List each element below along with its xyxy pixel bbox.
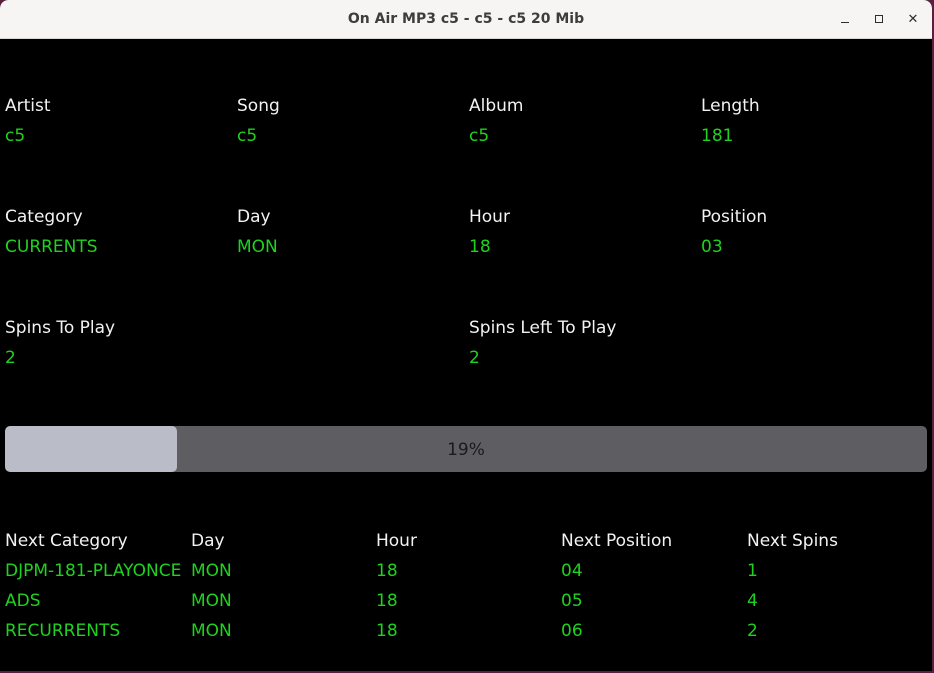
next-position-cell: 06 (561, 621, 583, 641)
window-title: On Air MP3 c5 - c5 - c5 20 Mib (347, 11, 585, 27)
next-hour-cell: 18 (376, 561, 398, 581)
next-hour-cell: 18 (376, 621, 398, 641)
main-content: Artist c5 Song c5 Album c5 Length 181 Ca… (0, 40, 932, 671)
category-value: CURRENTS (5, 237, 98, 257)
next-spins-header: Next Spins (747, 531, 838, 551)
artist-value: c5 (5, 126, 26, 146)
position-label: Position (701, 207, 768, 227)
title-bar[interactable]: On Air MP3 c5 - c5 - c5 20 Mib ✕ (0, 0, 932, 39)
maximize-icon (875, 15, 883, 23)
close-button[interactable]: ✕ (902, 8, 924, 30)
position-value: 03 (701, 237, 723, 257)
next-hour-header: Hour (376, 531, 417, 551)
next-category-header: Next Category (5, 531, 128, 551)
spins-to-play-value: 2 (5, 348, 16, 368)
next-category-cell: DJPM-181-PLAYONCE (5, 561, 182, 581)
artist-label: Artist (5, 96, 51, 116)
next-position-cell: 05 (561, 591, 583, 611)
album-label: Album (469, 96, 524, 116)
progress-text: 19% (447, 440, 485, 460)
minimize-icon (841, 21, 849, 23)
length-value: 181 (701, 126, 734, 146)
next-position-cell: 04 (561, 561, 583, 581)
song-label: Song (237, 96, 280, 116)
spins-left-label: Spins Left To Play (469, 318, 617, 338)
next-category-cell: RECURRENTS (5, 621, 121, 641)
next-position-header: Next Position (561, 531, 673, 551)
next-spins-cell: 4 (747, 591, 758, 611)
hour-label: Hour (469, 207, 510, 227)
minimize-button[interactable] (834, 8, 856, 30)
length-label: Length (701, 96, 760, 116)
app-window: On Air MP3 c5 - c5 - c5 20 Mib ✕ Artist … (0, 0, 932, 671)
next-spins-cell: 1 (747, 561, 758, 581)
song-value: c5 (237, 126, 258, 146)
day-value: MON (237, 237, 278, 257)
next-day-header: Day (191, 531, 225, 551)
spins-to-play-label: Spins To Play (5, 318, 116, 338)
next-spins-cell: 2 (747, 621, 758, 641)
hour-value: 18 (469, 237, 491, 257)
playback-progress-bar[interactable]: 19% (5, 426, 927, 472)
next-day-cell: MON (191, 591, 232, 611)
close-icon: ✕ (907, 11, 919, 27)
category-label: Category (5, 207, 83, 227)
album-value: c5 (469, 126, 490, 146)
next-hour-cell: 18 (376, 591, 398, 611)
day-label: Day (237, 207, 271, 227)
next-day-cell: MON (191, 621, 232, 641)
spins-left-value: 2 (469, 348, 480, 368)
next-category-cell: ADS (5, 591, 41, 611)
next-day-cell: MON (191, 561, 232, 581)
maximize-button[interactable] (868, 8, 890, 30)
